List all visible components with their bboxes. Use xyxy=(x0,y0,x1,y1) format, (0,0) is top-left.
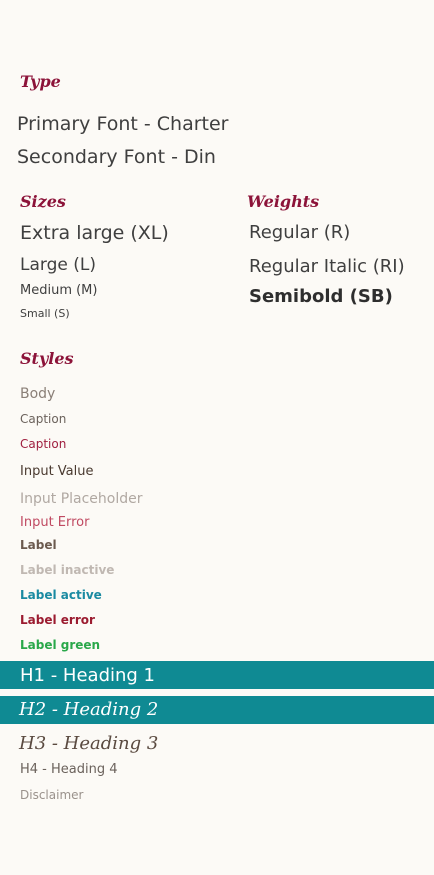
weights-section-title: Weights xyxy=(247,192,320,211)
style-h1: H1 - Heading 1 xyxy=(20,665,155,686)
primary-font-label: Primary Font - Charter xyxy=(17,113,229,135)
size-xl: Extra large (XL) xyxy=(20,222,169,244)
size-l: Large (L) xyxy=(20,255,96,275)
style-disclaimer: Disclaimer xyxy=(20,788,84,802)
style-label-error: Label error xyxy=(20,613,95,627)
style-input-placeholder: Input Placeholder xyxy=(20,491,143,507)
weight-regular: Regular (R) xyxy=(249,222,351,243)
weight-regular-italic: Regular Italic (RI) xyxy=(249,256,405,277)
type-section-title: Type xyxy=(20,72,61,91)
weight-semibold: Semibold (SB) xyxy=(249,286,393,307)
h1-bar: H1 - Heading 1 xyxy=(0,661,434,689)
style-label: Label xyxy=(20,538,57,552)
style-caption-accent: Caption xyxy=(20,437,67,451)
size-s: Small (S) xyxy=(20,307,70,320)
style-caption: Caption xyxy=(20,412,67,426)
sizes-section-title: Sizes xyxy=(20,192,66,211)
styles-section-title: Styles xyxy=(20,349,74,368)
style-label-inactive: Label inactive xyxy=(20,563,115,577)
secondary-font-label: Secondary Font - Din xyxy=(17,146,216,168)
style-input-error: Input Error xyxy=(20,515,90,530)
style-label-green: Label green xyxy=(20,638,101,652)
style-input-value: Input Value xyxy=(20,464,94,479)
style-h3: H3 - Heading 3 xyxy=(19,733,159,754)
h2-bar: H2 - Heading 2 xyxy=(0,696,434,724)
style-h2: H2 - Heading 2 xyxy=(19,699,159,720)
style-label-active: Label active xyxy=(20,588,102,602)
style-body: Body xyxy=(20,386,56,402)
style-h4: H4 - Heading 4 xyxy=(20,762,118,777)
size-m: Medium (M) xyxy=(20,283,98,298)
